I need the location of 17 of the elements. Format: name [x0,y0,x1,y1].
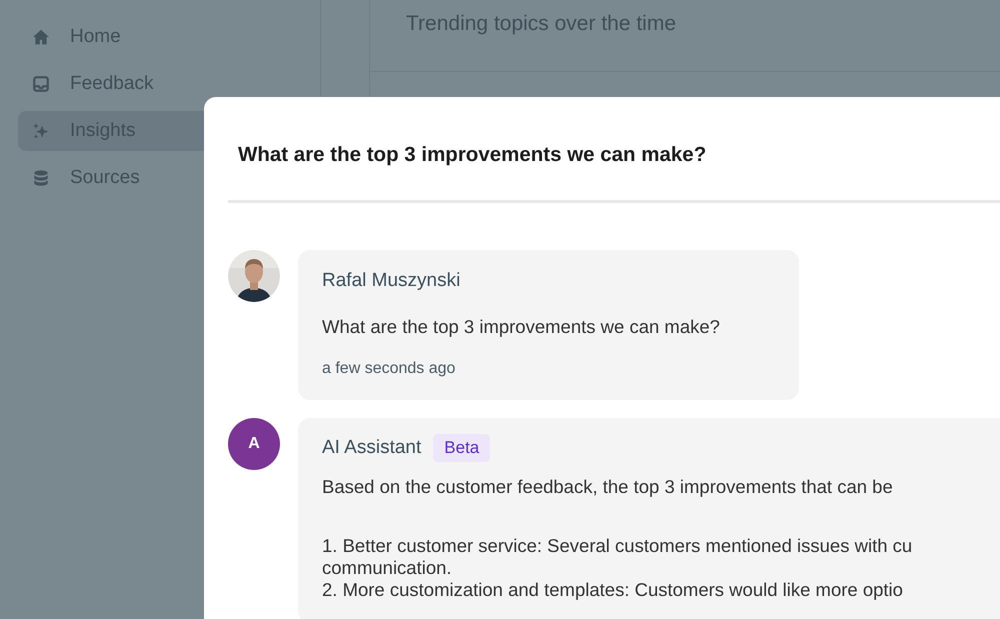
sidebar-item[interactable]: Feedback [18,64,302,104]
beta-badge: Beta [433,434,490,462]
message-text: 2. More customization and templates: Customers would like more optio [322,579,904,601]
database-icon [32,169,50,187]
sparkles-icon [32,122,50,140]
message-text: What are the top 3 improvements we can make? [322,316,721,338]
author-name: Rafal Muszynski [322,270,462,292]
section-title: Trending topics over the time [406,12,676,35]
sidebar-item[interactable]: Home [18,17,302,57]
author-name: AI Assistant [322,437,422,459]
message-text: 1. Better customer service: Several customers mentioned issues with cu [322,535,914,557]
avatar: A [228,418,280,470]
home-icon [32,28,50,46]
message-text: Based on the customer feedback, the top 3 improvements that can be [322,476,894,498]
inbox-icon [32,75,50,93]
timestamp: a few seconds ago [322,360,456,378]
message-text: communication. [322,557,453,579]
